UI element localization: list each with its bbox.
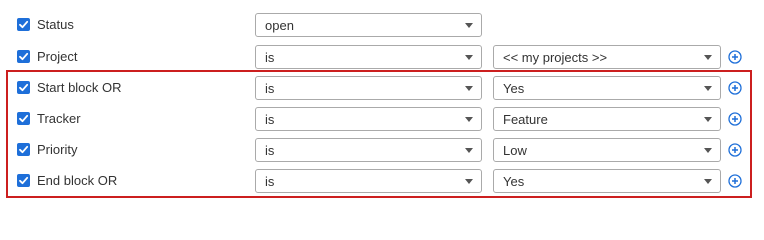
filter-label: Project bbox=[37, 49, 78, 64]
select-value: open bbox=[265, 18, 294, 33]
chevron-down-icon bbox=[465, 55, 473, 60]
chevron-down-icon bbox=[465, 23, 473, 28]
select-value: is bbox=[265, 50, 275, 65]
project-operator-select[interactable]: is bbox=[255, 45, 482, 69]
status-checkbox[interactable] bbox=[17, 18, 30, 31]
project-value-select[interactable]: << my projects >> bbox=[493, 45, 721, 69]
plus-circle-icon[interactable] bbox=[728, 50, 742, 64]
select-value: << my projects >> bbox=[503, 50, 608, 65]
highlight-frame bbox=[6, 70, 752, 198]
checkmark-icon bbox=[19, 52, 29, 61]
filter-row-status: Status open bbox=[0, 13, 764, 37]
filter-row-project: Project is << my projects >> bbox=[0, 45, 764, 69]
project-checkbox[interactable] bbox=[17, 50, 30, 63]
status-operator-select[interactable]: open bbox=[255, 13, 482, 37]
checkmark-icon bbox=[19, 20, 29, 29]
chevron-down-icon bbox=[704, 55, 712, 60]
filter-label: Status bbox=[37, 17, 74, 32]
